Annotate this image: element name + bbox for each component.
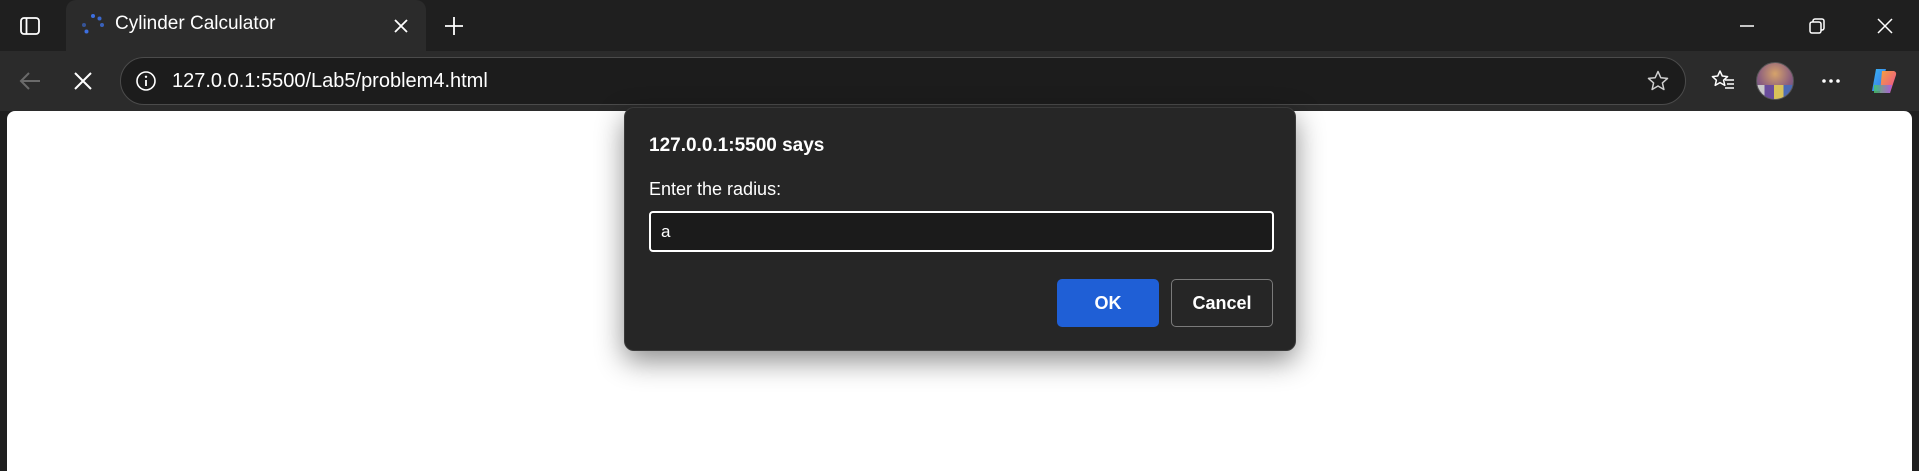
prompt-dialog: 127.0.0.1:5500 says Enter the radius: OK… [624, 107, 1296, 351]
tab-close-button[interactable] [384, 9, 418, 43]
more-options-button[interactable] [1811, 61, 1851, 101]
dialog-message: Enter the radius: [649, 179, 782, 199]
tab-active[interactable]: Cylinder Calculator [66, 0, 426, 51]
add-favorite-button[interactable] [1643, 66, 1673, 96]
restore-icon [1809, 17, 1825, 34]
address-url[interactable]: 127.0.0.1:5500/Lab5/problem4.html [172, 58, 488, 104]
minimize-icon [1740, 24, 1754, 27]
copilot-icon [1872, 69, 1897, 93]
stop-loading-button[interactable] [63, 61, 103, 101]
plus-icon [445, 17, 463, 35]
minimize-button[interactable] [1717, 0, 1777, 51]
more-icon [1822, 79, 1840, 83]
close-icon [1877, 17, 1893, 34]
cancel-button[interactable]: Cancel [1171, 279, 1273, 327]
tab-actions-icon [20, 17, 40, 35]
new-tab-button[interactable] [434, 6, 474, 46]
back-arrow-icon [19, 72, 40, 90]
loading-spinner-icon [82, 14, 104, 34]
tab-title: Cylinder Calculator [115, 13, 276, 34]
stop-loading-icon [74, 72, 92, 90]
browser-toolbar: 127.0.0.1:5500/Lab5/problem4.html [0, 51, 1919, 111]
restore-button[interactable] [1787, 0, 1847, 51]
ok-button[interactable]: OK [1057, 279, 1159, 327]
profile-avatar[interactable] [1756, 62, 1794, 100]
copilot-button[interactable] [1864, 61, 1904, 101]
site-info-icon [136, 71, 156, 91]
add-favorite-star-icon [1647, 70, 1669, 91]
favorites-button[interactable] [1703, 61, 1743, 101]
favorites-icon [1711, 70, 1734, 89]
avatar-image [1757, 85, 1793, 99]
tab-actions-button[interactable] [8, 9, 52, 43]
tab-strip: Cylinder Calculator [0, 0, 1919, 51]
site-info-button[interactable] [131, 66, 161, 96]
dialog-title: 127.0.0.1:5500 says [649, 135, 825, 156]
radius-input[interactable] [649, 211, 1274, 252]
back-button[interactable] [10, 61, 50, 101]
close-icon [394, 19, 408, 33]
address-bar[interactable]: 127.0.0.1:5500/Lab5/problem4.html [120, 57, 1686, 105]
window-close-button[interactable] [1855, 0, 1915, 51]
